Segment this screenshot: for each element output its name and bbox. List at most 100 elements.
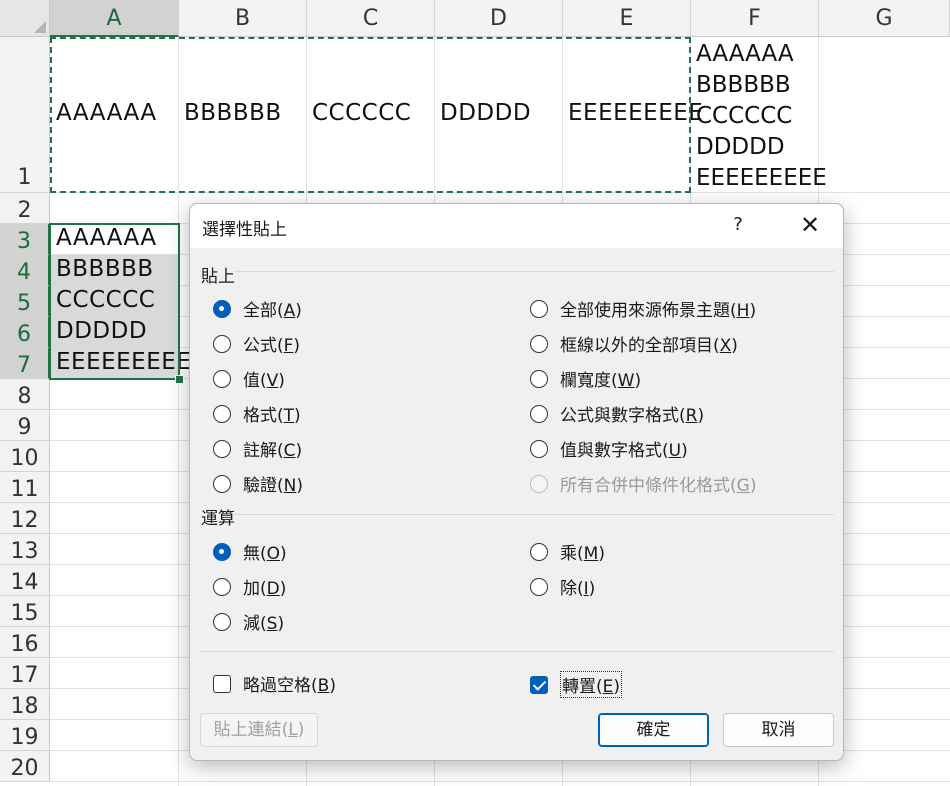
option-label: 全部(A) [243, 301, 302, 321]
option-label: 略過空格(B) [243, 676, 336, 696]
column-header-g[interactable]: G [819, 0, 950, 37]
radio-icon[interactable] [213, 577, 231, 596]
dialog-title: 選擇性貼上 [202, 220, 287, 240]
option-label: 減(S) [243, 614, 285, 634]
row-header-19[interactable]: 19 [0, 720, 50, 751]
option-label: 無(O) [243, 544, 287, 564]
cancel-button[interactable]: 取消 [723, 713, 834, 747]
row-header-12[interactable]: 12 [0, 503, 50, 534]
radio-icon[interactable] [213, 474, 231, 493]
help-icon[interactable]: ? [726, 213, 750, 237]
paste-option-comments[interactable]: 註解(C) [213, 436, 302, 461]
selection-border [49, 223, 180, 380]
close-icon[interactable]: ✕ [796, 211, 824, 239]
row-header-5[interactable]: 5 [0, 286, 50, 317]
radio-icon[interactable] [530, 404, 548, 423]
checkbox-checked-icon[interactable] [530, 675, 548, 694]
row-header-11[interactable]: 11 [0, 472, 50, 503]
paste-option-merge-conditional-formats: 所有合併中條件化格式(G) [530, 471, 756, 496]
gridline [50, 781, 950, 782]
operation-option-add[interactable]: 加(D) [213, 574, 286, 599]
radio-icon[interactable] [530, 577, 548, 596]
radio-selected-icon[interactable] [213, 542, 231, 561]
operation-option-subtract[interactable]: 減(S) [213, 609, 284, 634]
cell-f1[interactable]: AAAAAA BBBBBB CCCCCC DDDDD EEEEEEEEE [696, 39, 827, 194]
group-divider [234, 514, 834, 515]
option-label: 值與數字格式(U) [560, 441, 688, 461]
option-label: 框線以外的全部項目(X) [560, 336, 738, 356]
option-label: 註解(C) [243, 441, 303, 461]
radio-icon[interactable] [213, 404, 231, 423]
transpose-checkbox[interactable]: 轉置(E) [530, 671, 623, 698]
paste-option-validation[interactable]: 驗證(N) [213, 471, 303, 496]
checkbox-icon[interactable] [213, 674, 231, 693]
group-divider [201, 651, 834, 652]
paste-link-button[interactable]: 貼上連結(L) [200, 713, 318, 747]
paste-option-all[interactable]: 全部(A) [213, 296, 302, 321]
row-header-18[interactable]: 18 [0, 689, 50, 720]
radio-icon[interactable] [213, 369, 231, 388]
option-label: 值(V) [243, 371, 285, 391]
radio-icon[interactable] [530, 439, 548, 458]
option-label: 轉置(E) [560, 671, 623, 698]
copy-marquee [50, 37, 691, 193]
paste-special-dialog: 選擇性貼上 ? ✕ 貼上 全部(A) 公式(F) 值(V) 格式(T) 註解(C… [189, 203, 844, 761]
paste-option-all-source-theme[interactable]: 全部使用來源佈景主題(H) [530, 296, 756, 321]
column-header-b[interactable]: B [179, 0, 307, 37]
row-header-13[interactable]: 13 [0, 534, 50, 565]
option-label: 加(D) [243, 579, 287, 599]
radio-selected-icon[interactable] [213, 299, 231, 318]
row-header-7[interactable]: 7 [0, 348, 50, 379]
row-header-16[interactable]: 16 [0, 627, 50, 658]
column-header-d[interactable]: D [435, 0, 563, 37]
row-header-14[interactable]: 14 [0, 565, 50, 596]
option-label: 欄寬度(W) [560, 371, 642, 391]
radio-icon[interactable] [530, 299, 548, 318]
option-label: 格式(T) [243, 406, 301, 426]
radio-icon[interactable] [530, 334, 548, 353]
paste-option-formulas-number-formats[interactable]: 公式與數字格式(R) [530, 401, 704, 426]
option-label: 乘(M) [560, 544, 605, 564]
ok-button[interactable]: 確定 [598, 713, 709, 747]
operation-option-divide[interactable]: 除(I) [530, 574, 595, 599]
row-header-20[interactable]: 20 [0, 751, 50, 782]
radio-icon[interactable] [213, 439, 231, 458]
option-label: 公式(F) [243, 336, 301, 356]
paste-option-column-widths[interactable]: 欄寬度(W) [530, 366, 641, 391]
row-header-2[interactable]: 2 [0, 193, 50, 224]
row-header-8[interactable]: 8 [0, 379, 50, 410]
row-header-3[interactable]: 3 [0, 224, 50, 255]
radio-icon[interactable] [530, 542, 548, 561]
operation-group-label: 運算 [201, 509, 235, 529]
paste-group-label: 貼上 [201, 267, 235, 287]
column-header-c[interactable]: C [307, 0, 435, 37]
column-header-e[interactable]: E [563, 0, 691, 37]
skip-blanks-checkbox[interactable]: 略過空格(B) [213, 671, 336, 696]
fill-handle[interactable] [175, 375, 184, 384]
radio-disabled-icon [530, 474, 548, 493]
row-header-9[interactable]: 9 [0, 410, 50, 441]
row-header-15[interactable]: 15 [0, 596, 50, 627]
radio-icon[interactable] [530, 369, 548, 388]
row-header-17[interactable]: 17 [0, 658, 50, 689]
paste-option-values[interactable]: 值(V) [213, 366, 285, 391]
select-all-triangle-icon [34, 21, 46, 33]
option-label: 除(I) [560, 579, 596, 599]
row-header-1[interactable]: 1 [0, 37, 50, 193]
paste-option-values-number-formats[interactable]: 值與數字格式(U) [530, 436, 688, 461]
column-header-f[interactable]: F [691, 0, 819, 37]
row-header-4[interactable]: 4 [0, 255, 50, 286]
dialog-titlebar[interactable]: 選擇性貼上 ? ✕ [190, 204, 843, 248]
operation-option-multiply[interactable]: 乘(M) [530, 539, 605, 564]
row-header-6[interactable]: 6 [0, 317, 50, 348]
column-header-a[interactable]: A [50, 0, 179, 37]
paste-option-all-except-borders[interactable]: 框線以外的全部項目(X) [530, 331, 738, 356]
paste-option-formulas[interactable]: 公式(F) [213, 331, 300, 356]
operation-option-none[interactable]: 無(O) [213, 539, 287, 564]
option-label: 公式與數字格式(R) [560, 406, 705, 426]
select-all-corner[interactable] [0, 0, 50, 37]
radio-icon[interactable] [213, 612, 231, 631]
paste-option-formats[interactable]: 格式(T) [213, 401, 301, 426]
row-header-10[interactable]: 10 [0, 441, 50, 472]
radio-icon[interactable] [213, 334, 231, 353]
